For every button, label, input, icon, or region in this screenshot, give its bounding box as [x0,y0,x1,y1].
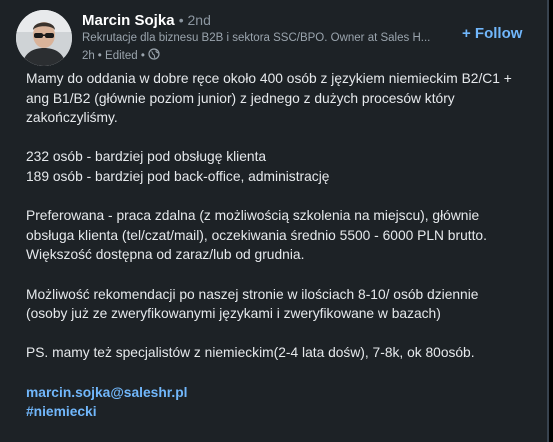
follow-button[interactable]: + Follow [462,25,522,42]
author-photo [16,10,72,66]
post-text-line: zakończyliśmy. [26,110,118,126]
author-headline: Rekrutacje dla biznesu B2B i sektora SSC… [82,32,431,44]
hashtag-link[interactable]: #niemiecki [26,404,97,419]
globe-icon [148,48,160,63]
post-text-line: Preferowana - praca zdalna (z możliwości… [26,208,480,224]
email-link[interactable]: marcin.sojka@saleshr.pl [26,385,187,400]
post-text-line: 232 osób - bardziej pod obsługę klienta [26,149,267,165]
post-text-line: Możliwość rekomendacji po naszej stronie… [26,286,479,302]
post-text-line: (osoby już ze zweryfikowanymi językami i… [26,306,441,322]
post-text-line: 189 osób - bardziej pod back-office, adm… [26,168,330,184]
post-text-line: Mamy do oddania w dobre ręce około 400 o… [26,71,512,86]
post-body: Mamy do oddania w dobre ręce około 400 o… [26,69,538,422]
post-meta: 2h • Edited • [82,48,160,63]
edited-label: • Edited • [97,49,145,62]
author-avatar[interactable] [16,10,72,66]
post-card: Marcin Sojka • 2nd Rekrutacje dla biznes… [0,0,549,442]
connection-degree: • 2nd [178,12,211,28]
post-text-line: ang B1/B2 (głównie poziom junior) z jedn… [26,90,455,106]
post-text-line: obsługa klienta (tel/czat/mail), oczekiw… [26,227,487,243]
author-name-line[interactable]: Marcin Sojka • 2nd [82,12,211,29]
post-text-line: Większość dostępna od zaraz/lub od grudn… [26,247,305,263]
post-time: 2h [82,49,95,62]
author-name[interactable]: Marcin Sojka [82,12,175,29]
post-text-line: PS. mamy też specjalistów z niemieckim(2… [26,345,475,361]
